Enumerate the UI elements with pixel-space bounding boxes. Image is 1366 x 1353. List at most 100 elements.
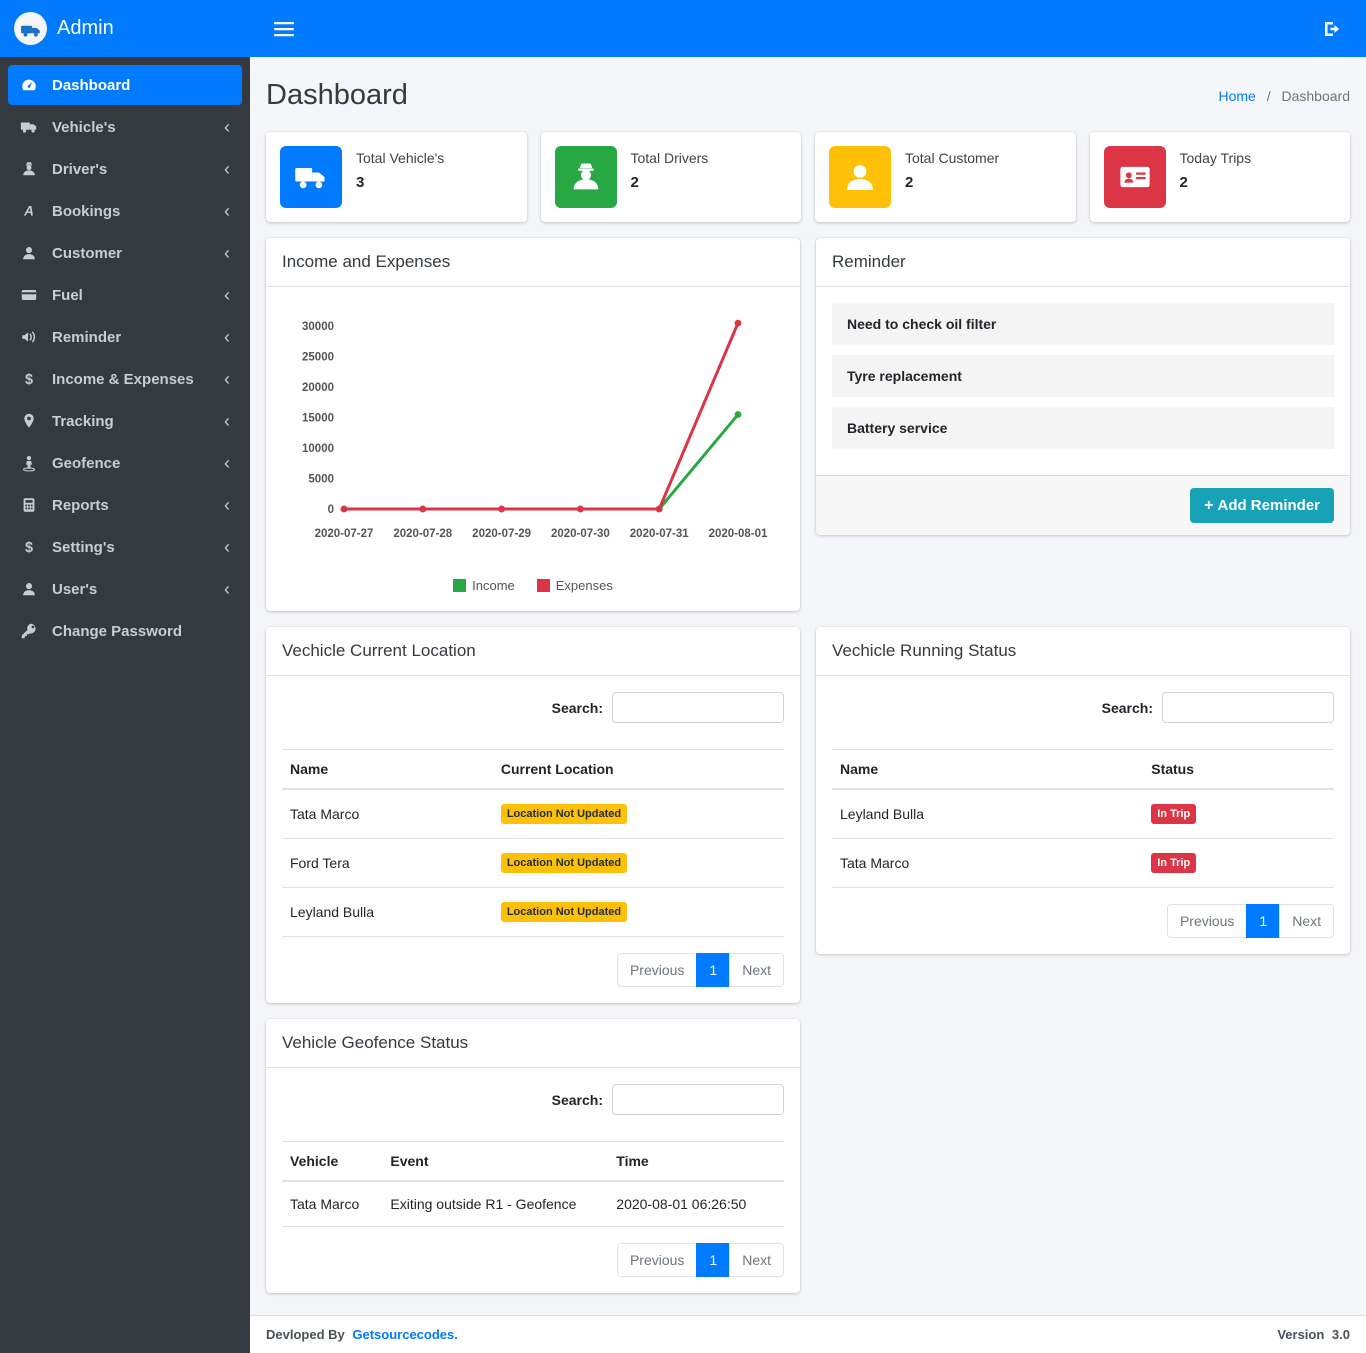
sidebar-item-change-password[interactable]: Change Password	[8, 611, 242, 651]
footer-version-label: Version	[1277, 1327, 1325, 1342]
brand-title: Admin	[57, 17, 114, 39]
sidebar-item-fuel[interactable]: Fuel ‹	[8, 275, 242, 315]
search-input[interactable]	[612, 1084, 784, 1115]
pagination: Previous 1 Next	[282, 1243, 784, 1277]
user-icon	[829, 146, 891, 208]
id-card-icon	[1103, 146, 1166, 208]
key-icon	[16, 622, 42, 640]
table-row: Leyland Bulla In Trip	[832, 788, 1334, 839]
card-title: Reminder	[816, 238, 1350, 287]
sidebar: Admin Dashboard Vehicle's ‹ Driver's ‹ A…	[0, 0, 250, 1353]
sidebar-item-bookings[interactable]: A Bookings ‹	[8, 191, 242, 231]
table-row: Ford Tera Location Not Updated	[282, 838, 784, 888]
sidebar-item-customer[interactable]: Customer ‹	[8, 233, 242, 273]
next-page-button[interactable]: Next	[1279, 904, 1334, 938]
tachometer-icon	[16, 76, 42, 94]
content: Dashboard Home / Dashboard Total Vehicle…	[250, 57, 1366, 1315]
previous-page-button[interactable]: Previous	[616, 1243, 698, 1277]
previous-page-button[interactable]: Previous	[616, 953, 698, 987]
chevron-left-icon: ‹	[224, 579, 230, 599]
vehicle-current-location-card: Vechicle Current Location Search: Name C…	[266, 627, 800, 1003]
next-page-button[interactable]: Next	[729, 953, 784, 987]
table-row: Tata Marco Location Not Updated	[282, 788, 784, 839]
hamburger-menu-button[interactable]	[268, 15, 300, 43]
previous-page-button[interactable]: Previous	[1166, 904, 1248, 938]
bullhorn-icon	[16, 328, 42, 346]
svg-text:2020-07-29: 2020-07-29	[472, 528, 531, 540]
current-location-table: Name Current Location Tata Marco Locatio…	[282, 749, 784, 937]
column-header: Current Location	[492, 749, 784, 790]
vehicle-name: Leyland Bulla	[282, 887, 493, 937]
search-label: Search:	[551, 1091, 603, 1108]
page-number-button[interactable]: 1	[696, 953, 731, 987]
card-title: Vechicle Running Status	[816, 627, 1350, 676]
sidebar-item-vehicles[interactable]: Vehicle's ‹	[8, 107, 242, 147]
sidebar-item-label: Income & Expenses	[52, 370, 194, 388]
sidebar-item-label: Geofence	[52, 454, 121, 472]
stats-row: Total Vehicle's 3 Total Drivers 2 Total …	[266, 132, 1350, 222]
card-title: Vehicle Geofence Status	[266, 1019, 800, 1068]
sidebar-brand[interactable]: Admin	[0, 0, 250, 57]
footer-credit: Devloped By	[266, 1327, 345, 1342]
column-header: Name	[282, 749, 493, 790]
svg-text:20000: 20000	[302, 382, 334, 394]
search-input[interactable]	[612, 692, 784, 723]
sidebar-item-label: Setting's	[52, 538, 115, 556]
page-title: Dashboard	[266, 79, 408, 111]
stat-value: 2	[1179, 174, 1188, 191]
page-header: Dashboard Home / Dashboard	[266, 79, 1350, 112]
vehicle-running-status-card: Vechicle Running Status Search: Name Sta…	[816, 627, 1350, 954]
sidebar-item-income-expenses[interactable]: $ Income & Expenses ‹	[8, 359, 242, 399]
pagination: Previous 1 Next	[832, 904, 1334, 938]
stat-value: 2	[630, 174, 639, 191]
stat-card-total-vehicles: Total Vehicle's 3	[266, 132, 527, 222]
svg-text:2020-07-30: 2020-07-30	[551, 528, 610, 540]
main-column: Dashboard Home / Dashboard Total Vehicle…	[250, 0, 1366, 1353]
sidebar-item-tracking[interactable]: Tracking ‹	[8, 401, 242, 441]
svg-text:5000: 5000	[308, 474, 334, 486]
stat-label: Total Customer	[905, 150, 1000, 166]
sidebar-item-settings[interactable]: $ Setting's ‹	[8, 527, 242, 567]
sidebar-item-label: Vehicle's	[52, 118, 116, 136]
svg-text:A: A	[23, 204, 34, 219]
column-header: Name	[832, 749, 1144, 790]
hamburger-icon	[274, 21, 294, 36]
plus-icon: +	[1204, 496, 1214, 514]
income-legend-swatch	[453, 579, 467, 592]
driver-icon	[16, 160, 42, 178]
sidebar-item-geofence[interactable]: Geofence ‹	[8, 443, 242, 483]
pagination: Previous 1 Next	[282, 953, 784, 987]
sidebar-item-label: Tracking	[52, 412, 114, 430]
chevron-left-icon: ‹	[224, 537, 230, 557]
sidebar-item-users[interactable]: User's ‹	[8, 569, 242, 609]
truck-icon	[280, 146, 342, 208]
next-page-button[interactable]: Next	[729, 1243, 784, 1277]
sidebar-item-dashboard[interactable]: Dashboard	[8, 65, 242, 105]
footer-link[interactable]: Getsourcecodes.	[352, 1327, 458, 1342]
add-reminder-button[interactable]: + Add Reminder	[1190, 488, 1334, 523]
chevron-left-icon: ‹	[224, 453, 230, 473]
svg-text:2020-07-28: 2020-07-28	[393, 528, 452, 540]
search-input[interactable]	[1162, 692, 1334, 723]
sidebar-item-drivers[interactable]: Driver's ‹	[8, 149, 242, 189]
chevron-left-icon: ‹	[224, 201, 230, 221]
app-root: Admin Dashboard Vehicle's ‹ Driver's ‹ A…	[0, 0, 1366, 1353]
geofence-status-table: Vehicle Event Time Tata Marco Exiting ou…	[282, 1141, 784, 1227]
svg-text:2020-07-27: 2020-07-27	[315, 528, 374, 540]
map-marker-icon	[16, 412, 42, 430]
table-row: Tata Marco Exiting outside R1 - Geofence…	[282, 1180, 784, 1227]
sidebar-item-label: Bookings	[52, 202, 121, 220]
sidebar-item-reminder[interactable]: Reminder ‹	[8, 317, 242, 357]
sidebar-item-label: Customer	[52, 244, 123, 262]
status-badge: In Trip	[1151, 853, 1197, 873]
table-row: Leyland Bulla Location Not Updated	[282, 887, 784, 937]
legend-label: Expenses	[555, 578, 613, 593]
page-number-button[interactable]: 1	[696, 1243, 731, 1277]
column-header: Vehicle	[282, 1141, 383, 1182]
sidebar-item-reports[interactable]: Reports ‹	[8, 485, 242, 525]
stat-card-today-trips: Today Trips 2	[1089, 132, 1350, 222]
page-number-button[interactable]: 1	[1246, 904, 1281, 938]
breadcrumb-home-link[interactable]: Home	[1218, 88, 1255, 104]
sidebar-item-label: Driver's	[52, 160, 108, 178]
logout-button[interactable]	[1316, 13, 1348, 45]
